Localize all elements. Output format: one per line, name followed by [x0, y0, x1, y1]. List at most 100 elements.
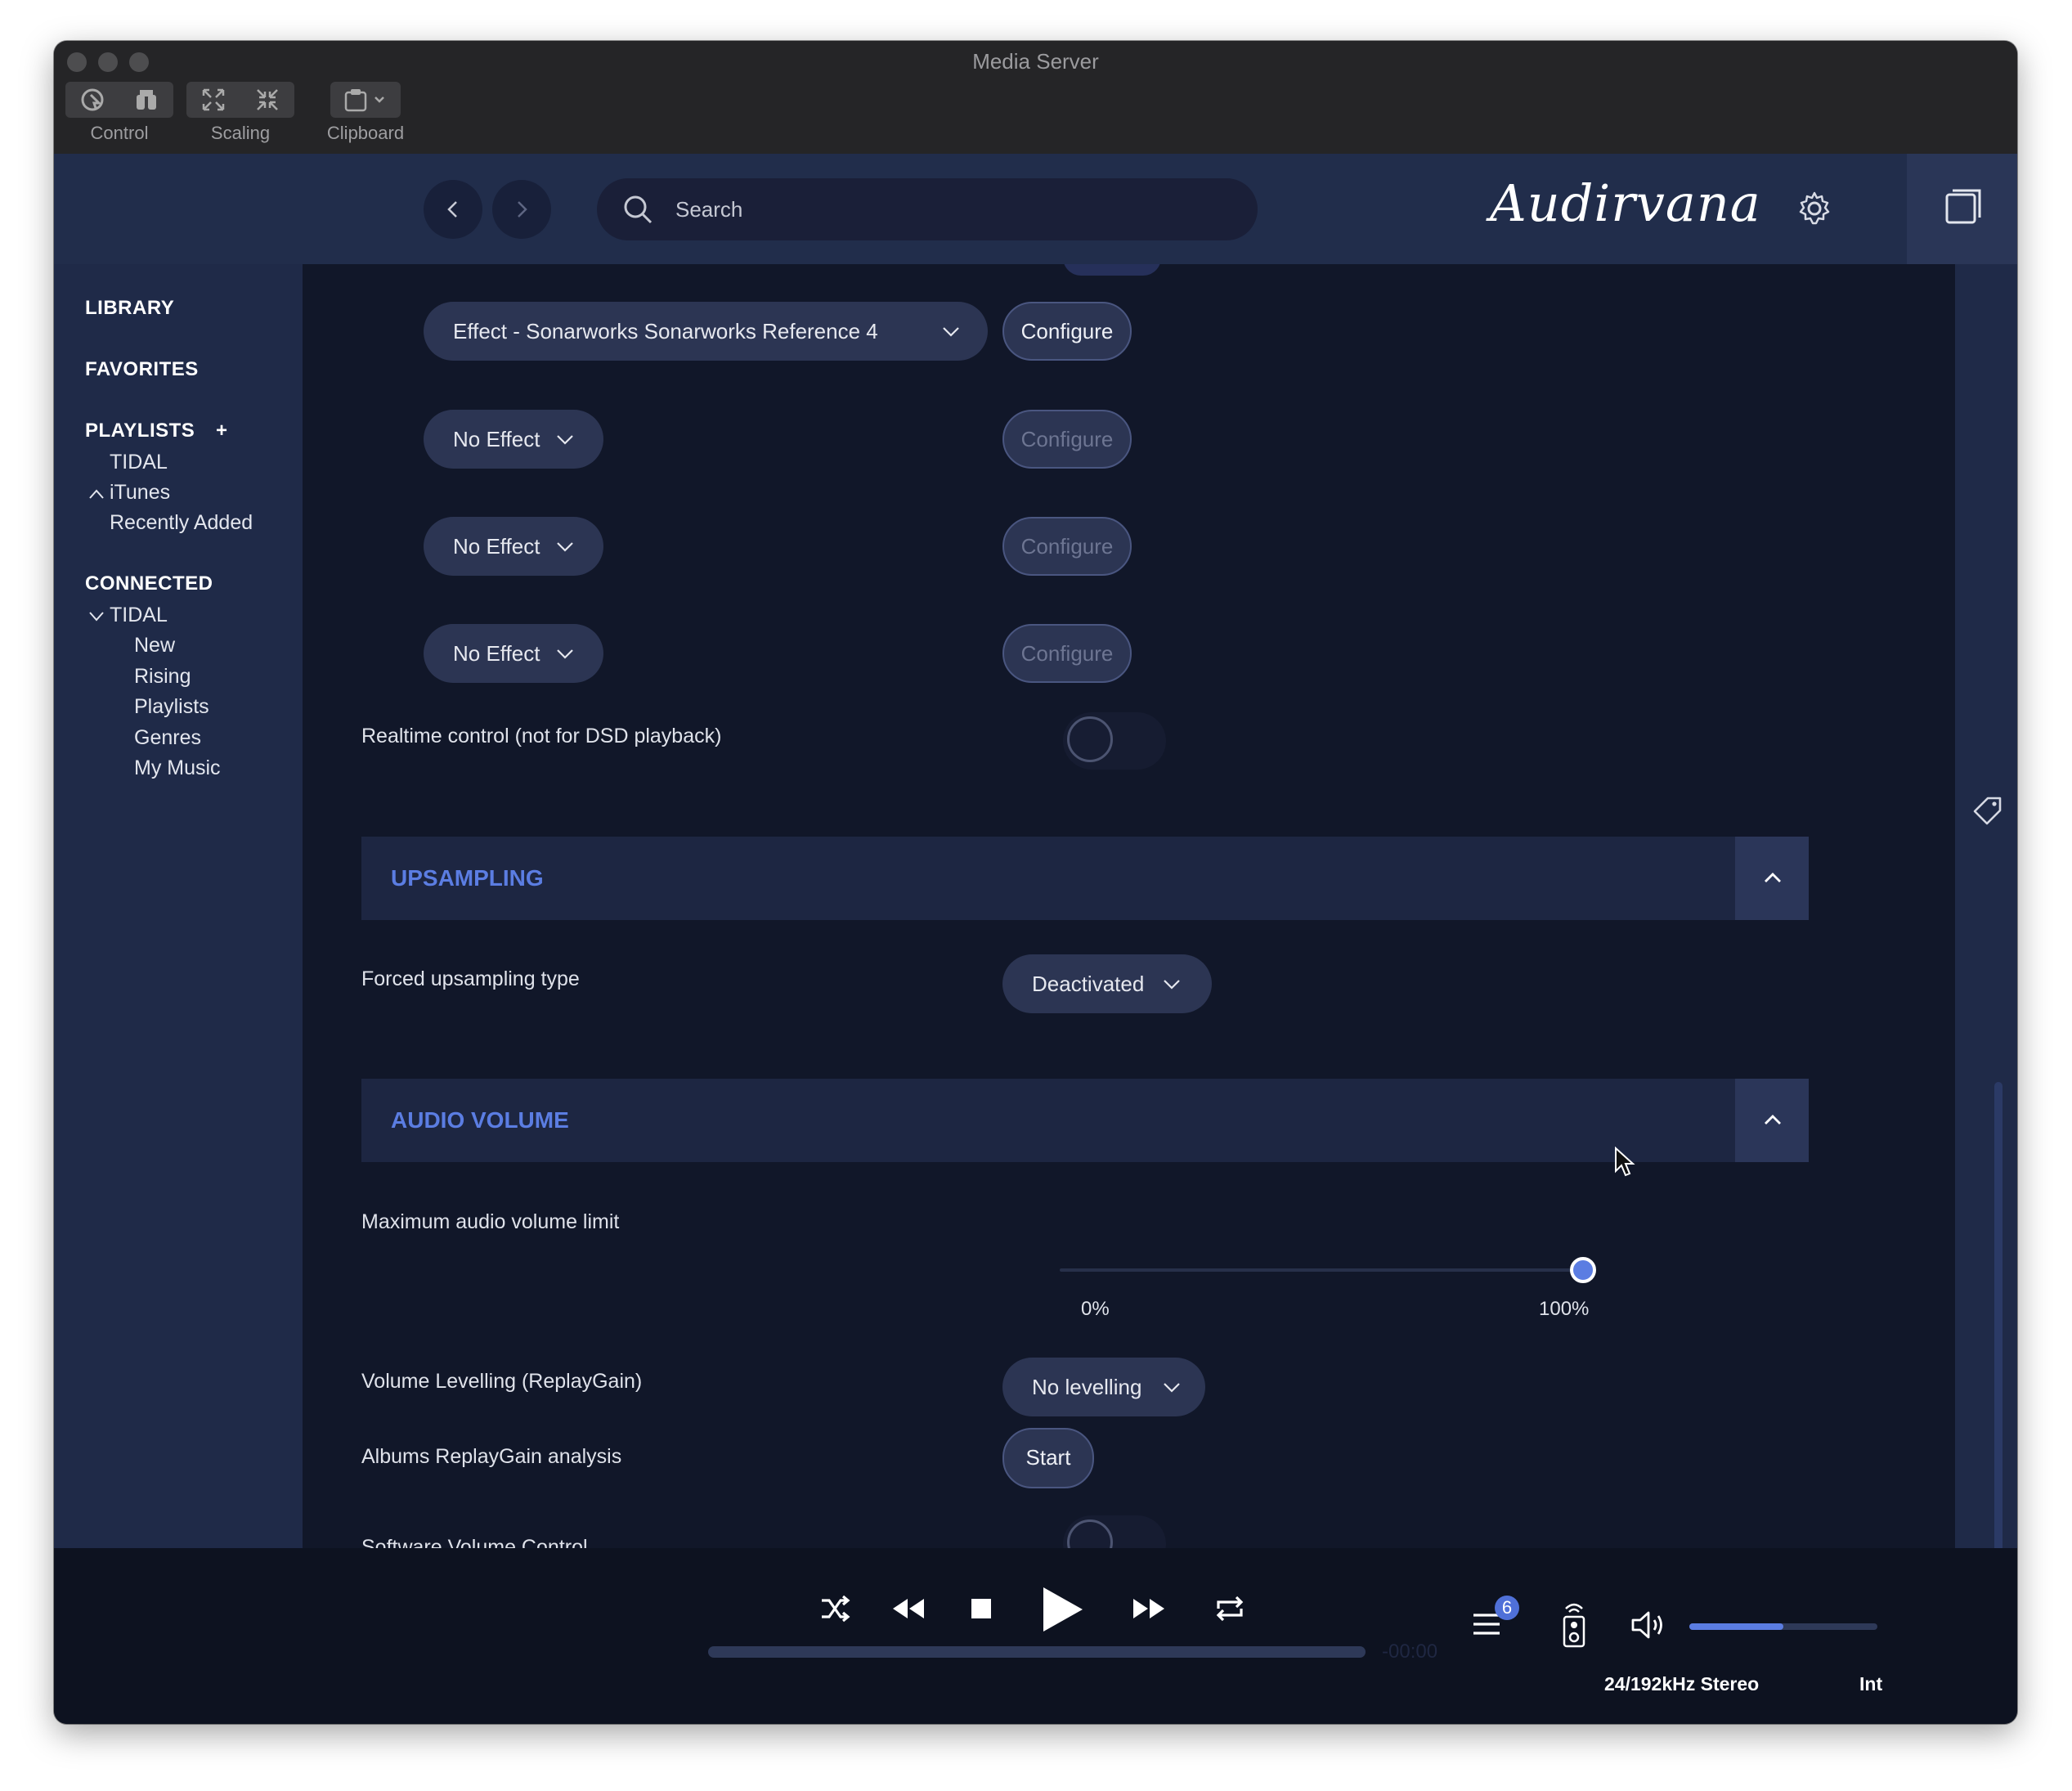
sidebar-playlists[interactable]: PLAYLISTS	[85, 420, 195, 442]
time-remaining: -00:00	[1382, 1641, 1438, 1663]
settings-content: Effect - Sonarworks Sonarworks Reference…	[303, 264, 1955, 1548]
forced-upsampling-value: Deactivated	[1032, 972, 1145, 996]
upsampling-collapse-button[interactable]	[1735, 837, 1809, 920]
effect-slot-4-select[interactable]: No Effect	[424, 624, 603, 683]
remote-icon[interactable]	[1562, 1600, 1586, 1648]
search-input[interactable]: Search	[597, 178, 1258, 240]
sidebar-item-my-music[interactable]: My Music	[134, 756, 221, 780]
volume-levelling-label: Volume Levelling (ReplayGain)	[361, 1370, 643, 1393]
slider-min-label: 0%	[1081, 1298, 1110, 1320]
app-header: Search Audirvana	[54, 154, 2017, 264]
effect-slot-4-configure-button[interactable]: Configure	[1002, 624, 1132, 683]
search-placeholder: Search	[675, 197, 743, 222]
tag-icon[interactable]	[1973, 796, 2002, 825]
sidebar-item-recently-added[interactable]: Recently Added	[110, 511, 253, 535]
chevron-up-icon	[1765, 1115, 1781, 1124]
chevron-left-icon	[447, 201, 457, 218]
replaygain-analysis-label: Albums ReplayGain analysis	[361, 1445, 622, 1468]
realtime-control-toggle[interactable]	[1063, 712, 1166, 770]
upsampling-title: UPSAMPLING	[391, 865, 544, 891]
realtime-control-label: Realtime control (not for DSD playback)	[361, 725, 722, 747]
expand-icon[interactable]	[186, 82, 240, 118]
slider-max-label: 100%	[1539, 1298, 1590, 1320]
volume-levelling-select[interactable]: No levelling	[1002, 1358, 1205, 1416]
effect-slot-1-value: Effect - Sonarworks Sonarworks Reference…	[453, 319, 878, 343]
forward-button[interactable]	[492, 180, 551, 239]
chevron-down-icon	[1164, 1383, 1180, 1393]
software-volume-label: Software Volume Control	[361, 1536, 588, 1548]
clipped-toggle[interactable]	[1063, 264, 1161, 276]
speaker-icon[interactable]	[1630, 1610, 1666, 1640]
effect-slot-3-value: No Effect	[453, 534, 540, 559]
shrink-icon[interactable]	[240, 82, 294, 118]
audio-volume-title: AUDIO VOLUME	[391, 1107, 569, 1133]
sidebar-item-connected-tidal[interactable]: TIDAL	[110, 604, 168, 627]
back-button[interactable]	[424, 180, 482, 239]
chevron-right-icon	[518, 201, 527, 218]
player-bar: -00:00 6	[54, 1548, 2017, 1724]
play-icon[interactable]	[1040, 1586, 1086, 1633]
sidebar-item-new[interactable]: New	[134, 634, 175, 658]
panel-toggle-button[interactable]	[1907, 154, 2017, 264]
software-volume-toggle[interactable]	[1063, 1515, 1166, 1548]
chevron-up-icon[interactable]	[88, 488, 105, 500]
effect-slot-3-select[interactable]: No Effect	[424, 517, 603, 576]
clipboard-dropdown[interactable]	[330, 82, 401, 118]
clipboard-label: Clipboard	[326, 123, 405, 143]
add-playlist-button[interactable]: +	[216, 420, 228, 442]
control-mouse-icon[interactable]	[65, 82, 119, 118]
control-group	[65, 82, 173, 118]
output-device[interactable]: Int	[1859, 1673, 1882, 1695]
side-panel-icon	[1945, 189, 1981, 224]
effect-slot-2-select[interactable]: No Effect	[424, 410, 603, 469]
toggle-knob	[1067, 716, 1113, 762]
sidebar-item-genres[interactable]: Genres	[134, 726, 201, 750]
audirvana-logo: Audirvana	[1490, 173, 1761, 233]
repeat-icon[interactable]	[1213, 1594, 1246, 1623]
chevron-down-icon[interactable]	[88, 611, 105, 622]
rewind-icon[interactable]	[890, 1594, 926, 1623]
sidebar-connected: CONNECTED	[85, 572, 213, 595]
control-binoculars-icon[interactable]	[119, 82, 173, 118]
max-volume-slider-handle[interactable]	[1570, 1257, 1596, 1283]
title-bar: Media Server Control Scaling Clipboard	[54, 41, 2017, 155]
sidebar-item-playlist-tidal[interactable]: TIDAL	[110, 451, 168, 474]
chevron-down-icon	[557, 435, 573, 445]
effect-slot-3-configure-button[interactable]: Configure	[1002, 517, 1132, 576]
scaling-group	[186, 82, 294, 118]
volume-levelling-value: No levelling	[1032, 1375, 1142, 1399]
fast-forward-icon[interactable]	[1132, 1594, 1168, 1623]
upsampling-section-header: UPSAMPLING	[361, 837, 1809, 920]
sidebar-item-playlist-itunes[interactable]: iTunes	[110, 481, 170, 505]
scrollbar[interactable]	[1994, 1082, 2002, 1581]
effect-slot-4-value: No Effect	[453, 641, 540, 666]
volume-slider[interactable]	[1689, 1623, 1877, 1630]
clipboard-icon	[330, 82, 401, 118]
max-volume-label: Maximum audio volume limit	[361, 1210, 620, 1233]
search-icon	[624, 195, 653, 224]
sidebar-favorites[interactable]: FAVORITES	[85, 358, 199, 381]
chevron-down-icon	[1164, 980, 1180, 990]
effect-slot-2-configure-button[interactable]: Configure	[1002, 410, 1132, 469]
volume-slider-fill	[1689, 1623, 1783, 1630]
replaygain-start-button[interactable]: Start	[1002, 1428, 1094, 1488]
window-title: Media Server	[972, 49, 1099, 74]
forced-upsampling-select[interactable]: Deactivated	[1002, 954, 1212, 1013]
chevron-up-icon	[1765, 873, 1781, 882]
settings-button[interactable]	[1796, 190, 1833, 227]
progress-bar[interactable]	[708, 1646, 1366, 1658]
effect-slot-1-select[interactable]: Effect - Sonarworks Sonarworks Reference…	[424, 302, 988, 361]
toggle-knob	[1067, 1519, 1113, 1548]
shuffle-icon[interactable]	[819, 1594, 852, 1623]
control-label: Control	[90, 123, 149, 143]
max-volume-slider[interactable]	[1060, 1257, 1596, 1283]
chevron-down-icon	[557, 542, 573, 552]
app-window: Media Server Control Scaling Clipboard S…	[54, 41, 2017, 1724]
sidebar-item-rising[interactable]: Rising	[134, 665, 191, 689]
stop-icon[interactable]	[970, 1597, 993, 1620]
audio-volume-section-header: AUDIO VOLUME	[361, 1079, 1809, 1162]
audio-volume-collapse-button[interactable]	[1735, 1079, 1809, 1162]
sidebar-item-playlists[interactable]: Playlists	[134, 695, 209, 719]
sidebar-library[interactable]: LIBRARY	[85, 297, 174, 320]
effect-slot-1-configure-button[interactable]: Configure	[1002, 302, 1132, 361]
